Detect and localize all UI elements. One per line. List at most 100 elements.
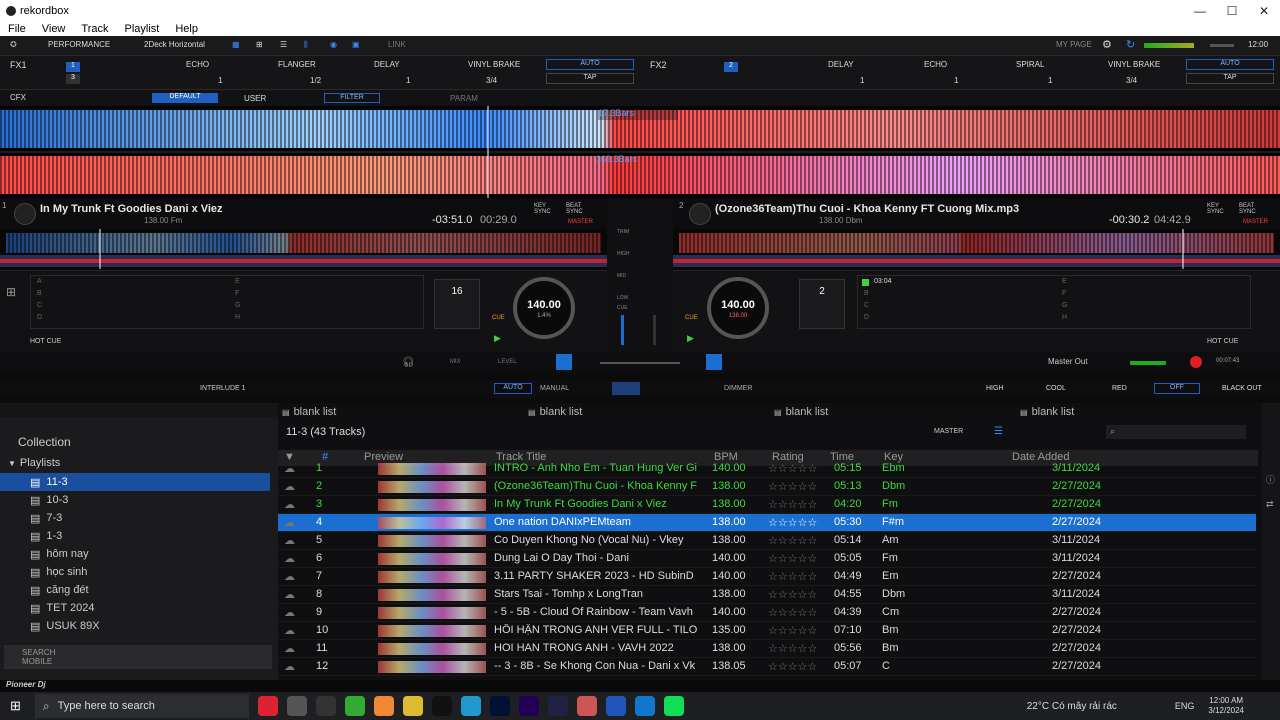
grid-icon[interactable]: ▦	[232, 40, 240, 49]
table-row[interactable]: ☁ 8 Stars Tsai - Tomhp x LongTran 138.00 ☆☆☆…	[278, 586, 1256, 604]
app-icon-misc[interactable]	[576, 696, 597, 716]
sidebar-item-10-3[interactable]: ▤ 10-3	[0, 491, 270, 509]
fx2-slot1[interactable]: DELAY	[828, 60, 854, 69]
cfx-filter-button[interactable]: FILTER	[324, 93, 380, 103]
fx1-slot2[interactable]: FLANGER	[278, 60, 316, 69]
app-icon-tiktok[interactable]	[431, 696, 452, 716]
pad-grid-icon[interactable]: ⊞	[6, 285, 16, 299]
pane-tab-4[interactable]: ▤ blank list	[1020, 403, 1074, 421]
row-preview-waveform[interactable]	[378, 643, 486, 655]
pane-tab-2[interactable]: ▤ blank list	[528, 403, 582, 421]
search-icon[interactable]: ⌕	[1110, 426, 1115, 437]
fx2-slot3[interactable]: SPIRAL	[1016, 60, 1044, 69]
sidebar-item-11-3[interactable]: ▤ 11-3	[0, 473, 270, 491]
row-preview-waveform[interactable]	[378, 589, 486, 601]
menu-track[interactable]: Track	[81, 23, 108, 35]
cfx-user-button[interactable]: USER	[244, 94, 266, 103]
menu-file[interactable]: File	[8, 23, 26, 35]
row-preview-waveform[interactable]	[378, 499, 486, 511]
app-icon-green[interactable]	[344, 696, 365, 716]
deck1-beatjump[interactable]: 16	[434, 279, 480, 329]
deck1-jog-wheel[interactable]: 140.00 1.4%	[513, 277, 575, 339]
sidebar-item-1-3[interactable]: ▤ 1-3	[0, 527, 270, 545]
app-icon-audition[interactable]	[518, 696, 539, 716]
list-icon[interactable]: ☰	[280, 40, 287, 49]
app-icon-folder[interactable]	[402, 696, 423, 716]
row-preview-waveform[interactable]	[378, 607, 486, 619]
cfx-default-button[interactable]: DEFAULT	[152, 93, 218, 103]
deck1-pad-h[interactable]: H	[235, 314, 240, 321]
row-preview-waveform[interactable]	[378, 661, 486, 673]
deck1-pad-d[interactable]: D	[37, 314, 42, 321]
link-button[interactable]: LINK	[388, 40, 406, 49]
row-preview-waveform[interactable]	[378, 625, 486, 637]
table-row[interactable]: ☁ 5 Co Duyen Khong No (Vocal Nu) - Vkey 138…	[278, 532, 1256, 550]
app-icon-word[interactable]	[605, 696, 626, 716]
deck2-pad-c[interactable]: C	[864, 302, 869, 309]
fx1-auto-button[interactable]: AUTO	[546, 59, 634, 70]
minimize-button[interactable]: —	[1184, 4, 1216, 18]
lighting-auto-button[interactable]: AUTO	[494, 383, 532, 394]
mypage-button[interactable]: MY PAGE	[1056, 40, 1092, 49]
deck1-pad-f[interactable]: F	[235, 290, 239, 297]
lighting-cool-select[interactable]: COOL	[1046, 385, 1066, 392]
row-preview-waveform[interactable]	[378, 481, 486, 493]
fx1-tap-button[interactable]: TAP	[546, 73, 634, 84]
waveform-display[interactable]: 17.3Bars 163.3Bars	[0, 106, 1280, 198]
deck2-jog-wheel[interactable]: 140.00 138.00	[707, 277, 769, 339]
deck2-beat-sync[interactable]: BEAT SYNC	[1239, 203, 1263, 215]
volume-slider[interactable]	[1210, 44, 1234, 47]
windows-start-icon[interactable]: ⊞	[10, 698, 21, 714]
deck2-play-icon[interactable]: ▶	[687, 333, 694, 344]
headphone-icon[interactable]: 🎧︎	[402, 357, 415, 368]
sidebar-item-hoc-sinh[interactable]: ▤ học sinh	[0, 563, 270, 581]
channel1-fader[interactable]	[621, 315, 624, 345]
taskbar-clock[interactable]: 12:00 AM 3/12/2024	[1208, 696, 1244, 716]
fx1-slot3[interactable]: DELAY	[374, 60, 400, 69]
menu-view[interactable]: View	[42, 23, 66, 35]
deck1-play-icon[interactable]: ▶	[494, 333, 501, 344]
mixer-icon[interactable]: ⫼	[304, 40, 308, 50]
fx1-slot1[interactable]: ECHO	[186, 60, 209, 69]
sidebar-collection[interactable]: Collection	[0, 433, 270, 451]
fx1-slot4[interactable]: VINYL BRAKE	[468, 60, 520, 69]
search-input[interactable]	[1106, 425, 1246, 439]
record-button[interactable]	[1190, 356, 1202, 368]
layout-select[interactable]: 2Deck Horizontal	[144, 40, 205, 49]
list-view-icon[interactable]: ☰	[994, 426, 1003, 437]
deck2-pad-a-time[interactable]: 03:04	[874, 278, 892, 285]
weather-text[interactable]: 22°C Có mây rải rác	[1027, 701, 1117, 712]
table-row[interactable]: ☁ 1 INTRO - Anh Nho Em - Tuan Hung Ver Gi 1…	[278, 460, 1256, 478]
app-icon-store[interactable]	[460, 696, 481, 716]
row-preview-waveform[interactable]	[378, 553, 486, 565]
deck2-pad-g[interactable]: G	[1062, 302, 1067, 309]
app-icon-rekordbox[interactable]	[286, 696, 307, 716]
fx2-tap-button[interactable]: TAP	[1186, 73, 1274, 84]
sidebar-item-hom-nay[interactable]: ▤ hôm nay	[0, 545, 270, 563]
table-row[interactable]: ☁ 10 HỐI HẬN TRONG ANH VER FULL - TILO 135.…	[278, 622, 1256, 640]
sidebar-item-cang-det[interactable]: ▤ căng đét	[0, 581, 270, 599]
lighting-manual-button[interactable]: MANUAL	[540, 385, 569, 392]
deck2-master[interactable]: MASTER	[1243, 219, 1268, 225]
deck1-overview-waveform[interactable]	[0, 229, 607, 269]
lighting-red-select[interactable]: RED	[1112, 385, 1127, 392]
record-icon[interactable]: ◉	[330, 40, 337, 49]
master-out-select[interactable]: Master Out	[1048, 357, 1088, 366]
deck1-hotcue-select[interactable]: HOT CUE	[30, 338, 61, 345]
deck1-pad-e[interactable]: E	[235, 278, 240, 285]
deck1-pad-c[interactable]: C	[37, 302, 42, 309]
deck2-pad-f[interactable]: F	[1062, 290, 1066, 297]
dimmer-label[interactable]: DIMMER	[724, 385, 752, 392]
deck1-pad-a[interactable]: A	[37, 278, 42, 285]
menu-help[interactable]: Help	[175, 23, 198, 35]
deck1-master[interactable]: MASTER	[568, 219, 593, 225]
language-indicator[interactable]: ENG	[1175, 701, 1195, 711]
pane-tab-3[interactable]: ▤ blank list	[774, 403, 828, 421]
split-icon[interactable]: ⊞	[256, 40, 263, 49]
lighting-off-button[interactable]: OFF	[1154, 383, 1200, 394]
close-button[interactable]: ✕	[1248, 4, 1280, 18]
lighting-pad[interactable]	[612, 382, 640, 395]
search-mobile-button[interactable]: SEARCH MOBILE	[4, 645, 272, 669]
deck2-overview-waveform[interactable]	[673, 229, 1280, 269]
info-icon[interactable]: ⓘ	[1266, 473, 1275, 486]
